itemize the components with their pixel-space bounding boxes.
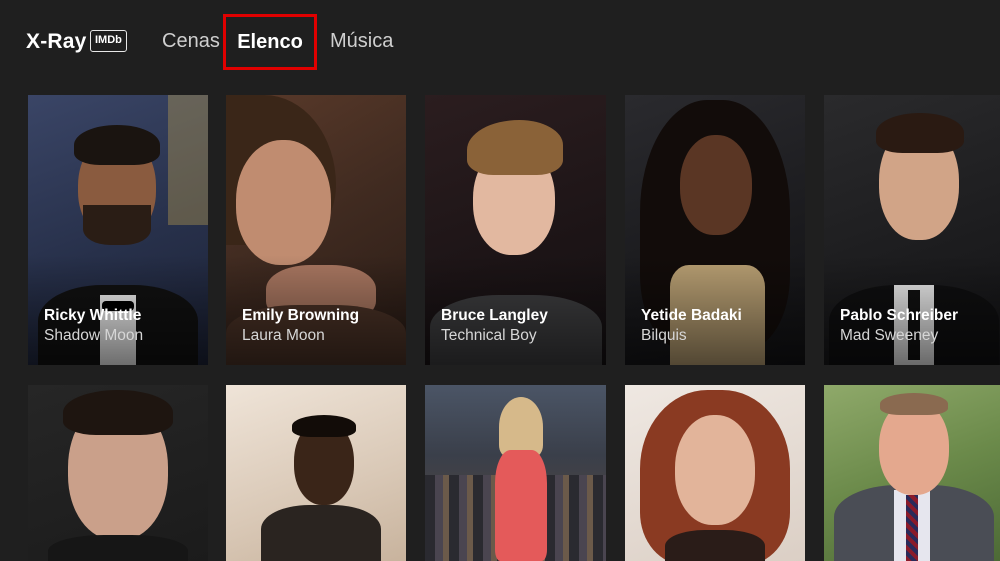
cast-card[interactable]: Bruce Langley Technical Boy bbox=[425, 95, 606, 365]
tab-elenco[interactable]: Elenco bbox=[223, 14, 317, 70]
cast-card[interactable]: Pablo Schreiber Mad Sweeney bbox=[824, 95, 1000, 365]
actor-name: Emily Browning bbox=[242, 307, 360, 324]
cast-card[interactable]: Emily Browning Laura Moon bbox=[226, 95, 406, 365]
cast-card[interactable] bbox=[28, 385, 208, 561]
character-name: Shadow Moon bbox=[44, 327, 144, 344]
character-name: Technical Boy bbox=[441, 327, 537, 344]
character-name: Laura Moon bbox=[242, 327, 325, 344]
character-name: Mad Sweeney bbox=[840, 327, 939, 344]
cast-card[interactable] bbox=[824, 385, 1000, 561]
xray-title: X-Ray bbox=[26, 30, 87, 53]
cast-card[interactable] bbox=[625, 385, 805, 561]
cast-card[interactable]: Ricky Whittle Shadow Moon bbox=[28, 95, 208, 365]
actor-photo bbox=[28, 385, 208, 561]
actor-photo bbox=[824, 385, 1000, 561]
actor-name: Ricky Whittle bbox=[44, 307, 142, 324]
cast-card[interactable] bbox=[425, 385, 606, 561]
imdb-logo-icon: IMDb bbox=[90, 30, 127, 52]
actor-name: Pablo Schreiber bbox=[840, 307, 959, 324]
cast-card[interactable]: Yetide Badaki Bilquis bbox=[625, 95, 805, 365]
tab-cenas[interactable]: Cenas bbox=[162, 28, 220, 54]
tab-musica[interactable]: Música bbox=[330, 28, 393, 54]
cast-card[interactable] bbox=[226, 385, 406, 561]
actor-photo bbox=[425, 385, 606, 561]
xray-header: X-Ray IMDb Cenas Elenco Música bbox=[0, 0, 1000, 80]
actor-photo bbox=[226, 385, 406, 561]
actor-photo bbox=[625, 385, 805, 561]
actor-name: Yetide Badaki bbox=[641, 307, 742, 324]
character-name: Bilquis bbox=[641, 327, 687, 344]
actor-name: Bruce Langley bbox=[441, 307, 548, 324]
